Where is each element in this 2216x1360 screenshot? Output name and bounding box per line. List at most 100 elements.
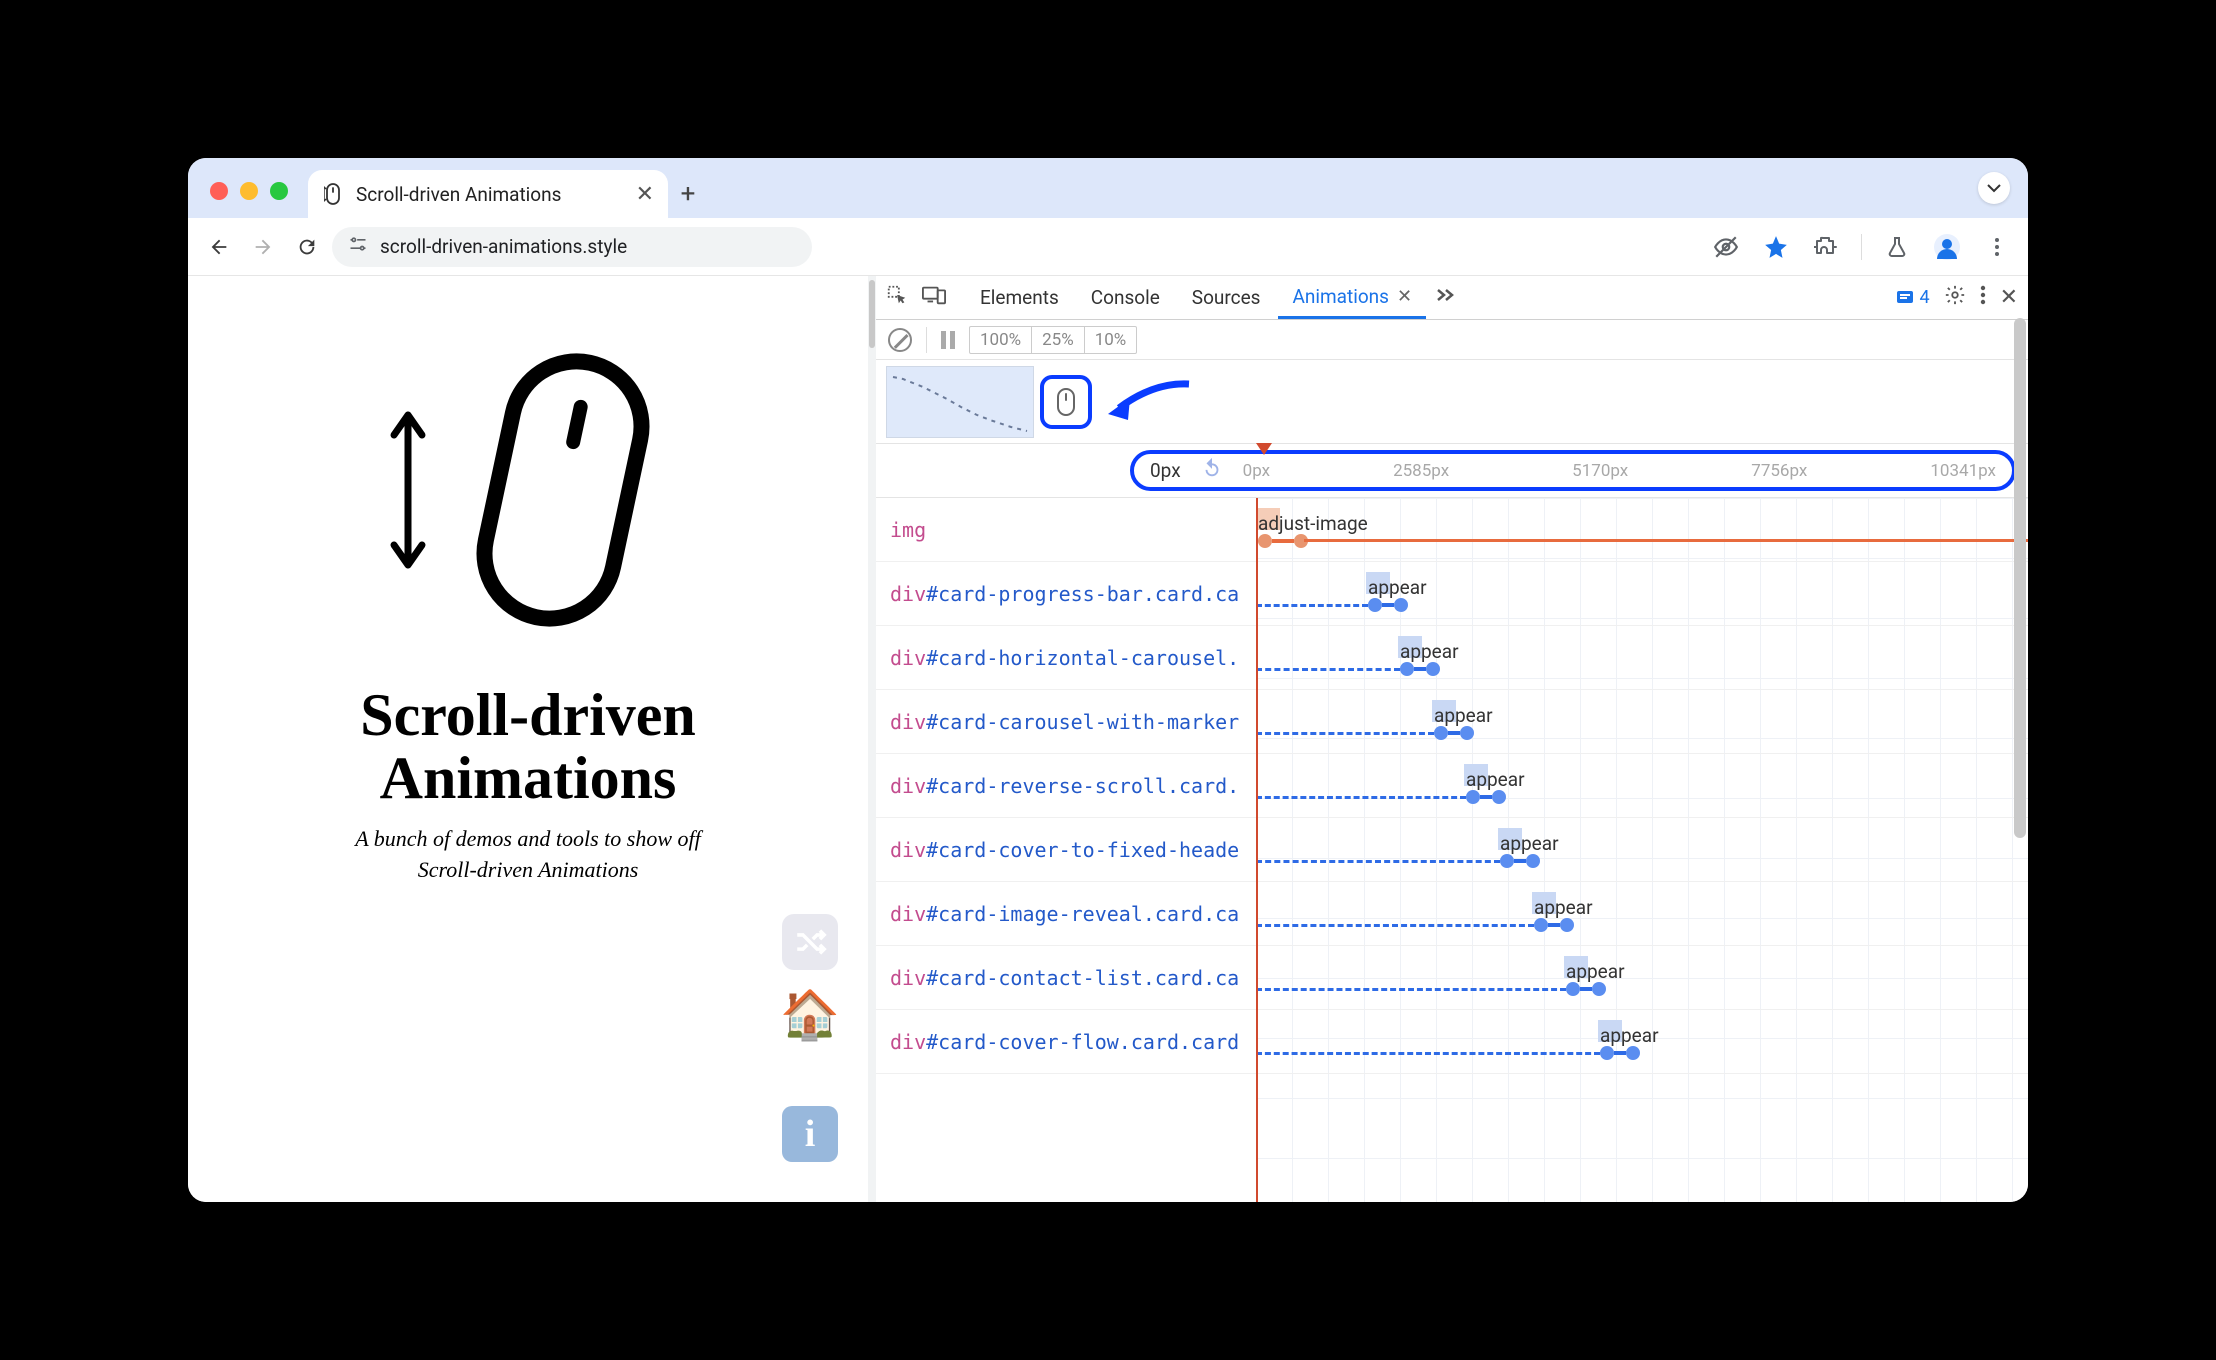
divider	[1861, 234, 1862, 260]
page-logo	[388, 340, 668, 644]
eye-off-icon[interactable]	[1707, 228, 1745, 266]
animation-row[interactable]: div#card-carousel-with-markerappear	[876, 690, 2028, 754]
inspect-element-icon[interactable]	[886, 284, 908, 311]
maximize-window-button[interactable]	[270, 182, 288, 200]
bookmark-star-icon[interactable]	[1757, 228, 1795, 266]
element-selector: img	[876, 518, 1256, 542]
close-tab-icon[interactable]: ✕	[636, 182, 654, 207]
animation-lane[interactable]: appear	[1256, 562, 2028, 625]
animation-lane[interactable]: appear	[1256, 882, 2028, 945]
tab-sources[interactable]: Sources	[1178, 276, 1275, 319]
animation-lane[interactable]: appear	[1256, 690, 2028, 753]
animation-lane[interactable]: appear	[1256, 818, 2028, 881]
drag-handle-icon	[869, 280, 875, 348]
info-button[interactable]: i	[782, 1106, 838, 1162]
url-text: scroll-driven-animations.style	[380, 235, 627, 258]
animation-row[interactable]: div#card-cover-flow.card.card appear	[876, 1010, 2028, 1074]
element-selector: div#card-contact-list.card.ca	[876, 966, 1256, 990]
timeline-ruler[interactable]: 0px 0px 2585px 5170px 7756px 10341px	[876, 444, 2028, 498]
shuffle-button[interactable]	[782, 914, 838, 970]
tab-animations[interactable]: Animations ✕	[1278, 276, 1426, 319]
scroll-source-badge[interactable]	[1040, 375, 1092, 429]
page-subtitle: A bunch of demos and tools to show off S…	[355, 824, 701, 886]
close-panel-icon[interactable]: ✕	[1397, 286, 1412, 307]
devtools-kebab-icon[interactable]	[1980, 285, 1986, 310]
tab-console[interactable]: Console	[1077, 276, 1174, 319]
animation-row[interactable]: div#card-contact-list.card.ca appear	[876, 946, 2028, 1010]
more-tabs-icon[interactable]	[1430, 287, 1462, 308]
minimize-window-button[interactable]	[240, 182, 258, 200]
animation-row[interactable]: div#card-image-reveal.card.caappear	[876, 882, 2028, 946]
animation-name-label: appear	[1500, 832, 1559, 855]
forward-button[interactable]	[244, 228, 282, 266]
element-selector: div#card-horizontal-carousel.	[876, 646, 1256, 670]
keyframe-range[interactable]	[1368, 598, 1408, 612]
animation-row[interactable]: div#card-horizontal-carousel. appear	[876, 626, 2028, 690]
back-button[interactable]	[200, 228, 238, 266]
element-selector: div#card-reverse-scroll.card.	[876, 774, 1256, 798]
element-selector: div#card-cover-flow.card.card	[876, 1030, 1256, 1054]
animation-lane[interactable]: adjust-image	[1256, 498, 2028, 561]
animation-name-label: appear	[1600, 1024, 1659, 1047]
keyframe-range[interactable]	[1566, 982, 1606, 996]
device-toolbar-icon[interactable]	[922, 284, 946, 311]
keyframe-range[interactable]	[1534, 918, 1574, 932]
browser-tab[interactable]: Scroll-driven Animations ✕	[308, 170, 668, 218]
animation-group-thumbnail[interactable]	[886, 366, 1034, 438]
animations-list[interactable]: imgadjust-imagediv#card-progress-bar.car…	[876, 498, 2028, 1202]
site-settings-icon[interactable]	[348, 234, 368, 259]
browser-toolbar: scroll-driven-animations.style	[188, 218, 2028, 276]
profile-avatar[interactable]	[1928, 228, 1966, 266]
page-viewport[interactable]: Scroll-driven Animations A bunch of demo…	[188, 276, 868, 1202]
settings-gear-icon[interactable]	[1944, 284, 1966, 311]
animations-toolbar: 100% 25% 10%	[876, 320, 2028, 360]
animation-lane[interactable]: appear	[1256, 1010, 2028, 1073]
speed-25[interactable]: 25%	[1032, 327, 1085, 353]
keyframe-range[interactable]	[1258, 534, 1308, 548]
keyframe-range[interactable]	[1466, 790, 1506, 804]
kebab-menu-icon[interactable]	[1978, 228, 2016, 266]
reload-button[interactable]	[288, 228, 326, 266]
window-controls	[210, 182, 288, 200]
animation-name-label: appear	[1566, 960, 1625, 983]
close-devtools-icon[interactable]: ✕	[2000, 285, 2018, 310]
issues-button[interactable]: 4	[1895, 287, 1929, 308]
labs-flask-icon[interactable]	[1878, 228, 1916, 266]
animation-lane[interactable]: appear	[1256, 754, 2028, 817]
keyframe-range[interactable]	[1600, 1046, 1640, 1060]
home-button[interactable]: 🏠	[782, 986, 838, 1042]
animation-row[interactable]: div#card-reverse-scroll.card. appear	[876, 754, 2028, 818]
pause-icon[interactable]	[941, 331, 955, 349]
tab-strip: Scroll-driven Animations ✕ +	[188, 158, 2028, 218]
toolbar-right	[1707, 228, 2016, 266]
extensions-icon[interactable]	[1807, 228, 1845, 266]
animation-lane[interactable]: appear	[1256, 626, 2028, 689]
animation-name-label: appear	[1434, 704, 1493, 727]
animation-row[interactable]: div#card-progress-bar.card.caappear	[876, 562, 2028, 626]
keyframe-range[interactable]	[1500, 854, 1540, 868]
animation-name-label: appear	[1466, 768, 1525, 791]
animation-lane[interactable]: appear	[1256, 946, 2028, 1009]
close-window-button[interactable]	[210, 182, 228, 200]
devtools-tabbar: Elements Console Sources Animations ✕ 4	[876, 276, 2028, 320]
page-title: Scroll-driven Animations	[360, 684, 696, 810]
animation-row[interactable]: div#card-cover-to-fixed-headeappear	[876, 818, 2028, 882]
new-tab-button[interactable]: +	[668, 170, 708, 218]
keyframe-range[interactable]	[1400, 662, 1440, 676]
animation-row[interactable]: imgadjust-image	[876, 498, 2028, 562]
speed-100[interactable]: 100%	[970, 327, 1032, 353]
animation-name-label: appear	[1400, 640, 1459, 663]
tab-elements[interactable]: Elements	[966, 276, 1073, 319]
keyframe-range[interactable]	[1434, 726, 1474, 740]
mouse-large-icon	[458, 340, 668, 644]
address-bar[interactable]: scroll-driven-animations.style	[332, 227, 812, 267]
clear-icon[interactable]	[888, 328, 912, 352]
speed-10[interactable]: 10%	[1085, 327, 1137, 353]
tabs-dropdown-button[interactable]	[1978, 172, 2010, 204]
devtools-scrollbar[interactable]	[2014, 318, 2026, 838]
divider	[926, 327, 927, 353]
devtools-resize-handle[interactable]	[868, 276, 876, 1202]
replay-icon[interactable]	[1201, 457, 1223, 484]
animation-name-label: appear	[1534, 896, 1593, 919]
playhead-marker-icon[interactable]	[1256, 441, 1272, 462]
